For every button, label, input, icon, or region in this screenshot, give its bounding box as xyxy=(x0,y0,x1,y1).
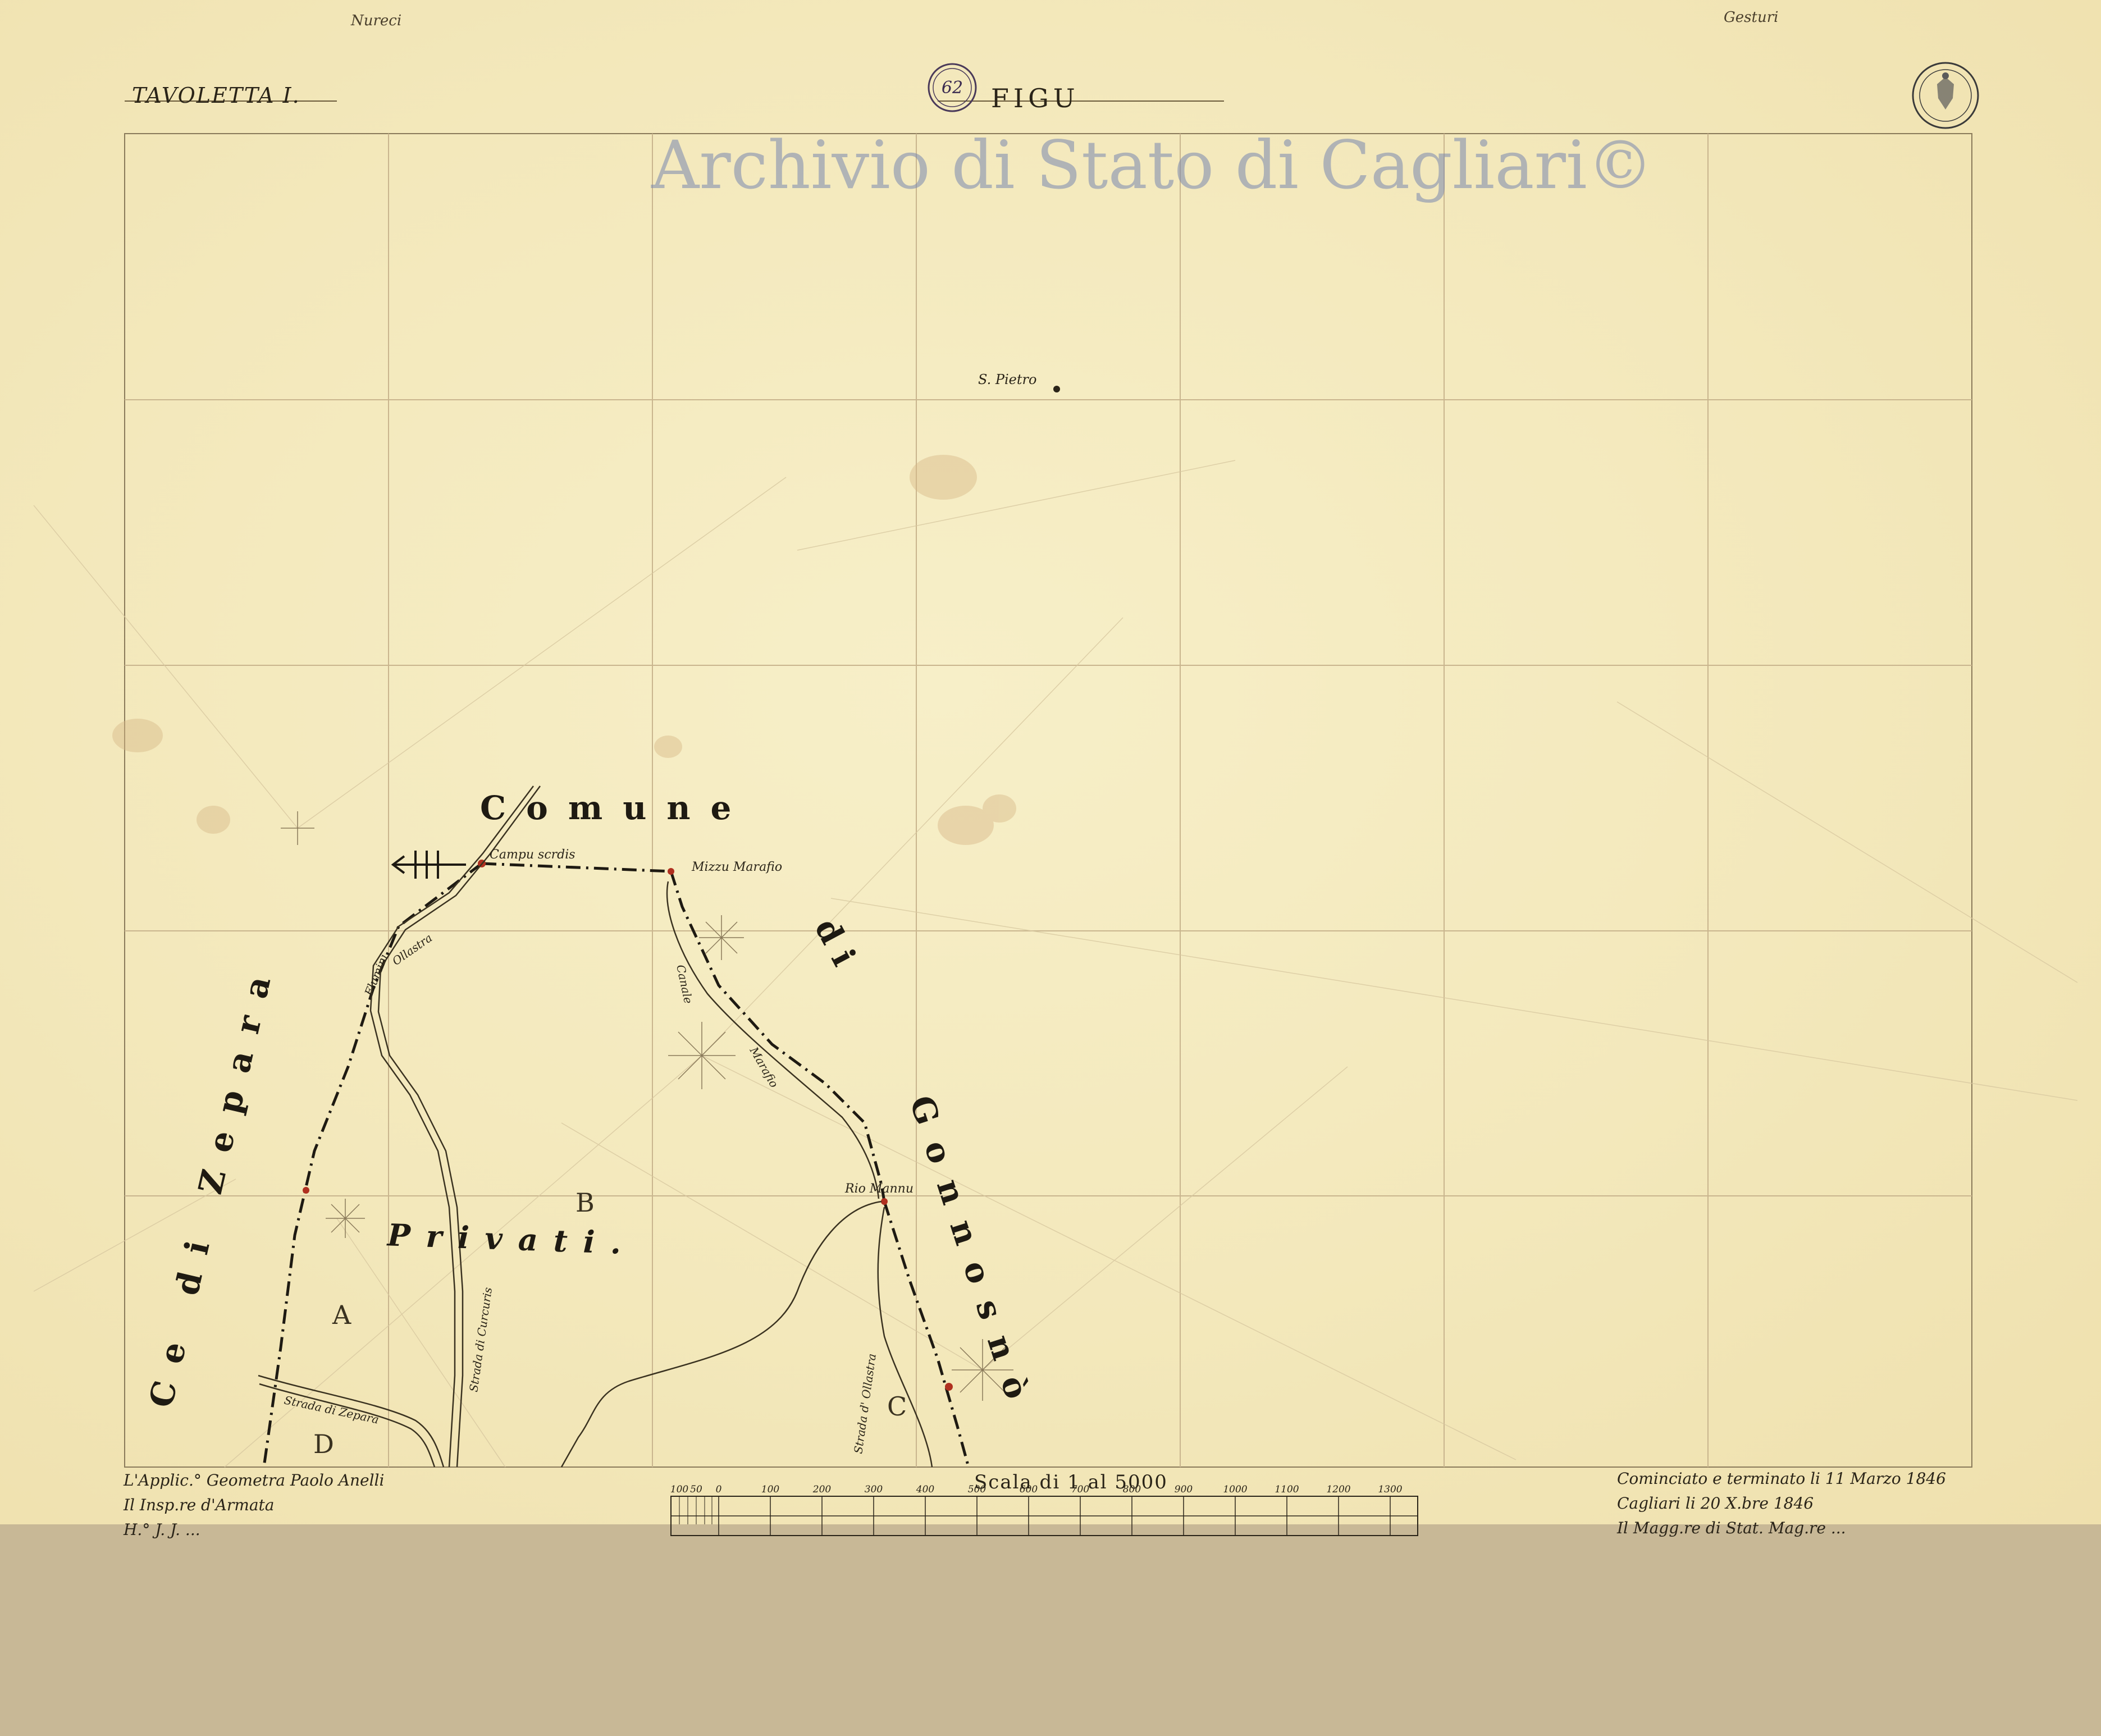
scale-tick-5: 300 xyxy=(865,1484,883,1495)
parcel-a: A xyxy=(332,1300,351,1330)
coat-of-arms-stamp xyxy=(1912,62,1979,129)
surveyor-note: L'Applic.° Geometra Paolo Anelli Il Insp… xyxy=(124,1468,384,1542)
label-ollastra: Ollastra xyxy=(390,931,435,968)
scale-tick-3: 100 xyxy=(761,1484,780,1495)
label-s-pietro: S. Pietro xyxy=(978,372,1037,387)
parcel-d: D xyxy=(313,1429,334,1459)
scale-tick-12: 1000 xyxy=(1223,1484,1247,1495)
sheet-title: FIGU xyxy=(991,83,1080,113)
parcel-c: C xyxy=(887,1391,907,1422)
date-note-line-2: Cagliari li 20 X.bre 1846 xyxy=(1617,1494,1814,1513)
label-strada-di-zepara: Strada di Zepara xyxy=(283,1393,380,1426)
scale-tick-0: 100 xyxy=(670,1484,689,1495)
map-frame xyxy=(124,133,1972,1468)
label-strada-d-ollastra: Strada d' Ollastra xyxy=(851,1353,879,1454)
tavoletta-label: TAVOLETTA I. xyxy=(132,83,300,108)
label-di: di xyxy=(807,912,869,983)
boundary-arrow xyxy=(391,851,466,879)
scale-tick-13: 1100 xyxy=(1275,1484,1299,1495)
scale-tick-1: 50 xyxy=(690,1484,702,1495)
roads-and-streams xyxy=(258,785,933,1468)
date-note-line-1: Cominciato e terminato li 11 Marzo 1846 xyxy=(1617,1469,1946,1488)
scale-tick-6: 400 xyxy=(916,1484,935,1495)
date-note: Cominciato e terminato li 11 Marzo 1846 … xyxy=(1617,1467,1946,1541)
label-mizzu-marafio: Mizzu Marafio xyxy=(692,860,783,874)
label-campu-scrdis: Campu scrdis xyxy=(490,848,576,862)
scale-tick-11: 900 xyxy=(1175,1484,1193,1495)
seal-number: 62 xyxy=(942,78,963,98)
scale-tick-4: 200 xyxy=(812,1484,832,1495)
parcel-b: B xyxy=(576,1187,595,1218)
scale-tick-14: 1200 xyxy=(1326,1484,1350,1495)
label-gonnosno: Gonnosnò xyxy=(902,1091,1042,1422)
label-marafio: Marafio xyxy=(747,1044,781,1090)
edge-note-top-left: Nureci xyxy=(351,12,402,29)
label-comune: Comune xyxy=(480,789,752,827)
paper-stains xyxy=(112,455,1016,845)
surveyor-note-line-2: Il Insp.re d'Armata xyxy=(124,1496,275,1514)
archive-watermark: Archivio di Stato di Cagliari© xyxy=(651,126,1654,204)
grid-lines xyxy=(125,134,1972,1467)
scale-tick-2: 0 xyxy=(716,1484,722,1495)
scale-title: Scala di 1 al 5000 xyxy=(974,1471,1168,1493)
surveyor-note-line-1: L'Applic.° Geometra Paolo Anelli xyxy=(124,1471,385,1490)
surveyor-note-line-3: H.° J. J. ... xyxy=(124,1520,200,1539)
label-flumini: Flumini xyxy=(362,952,391,998)
date-note-line-3: Il Magg.re di Stat. Mag.re ... xyxy=(1617,1519,1846,1537)
s-pietro-marker xyxy=(1053,386,1060,392)
archive-seal-stamp: 62 xyxy=(928,63,977,112)
edge-note-top-right: Gesturi xyxy=(1724,9,1779,26)
label-strada-di-curcuris: Strada di Curcuris xyxy=(467,1286,495,1392)
label-rio-mannu: Rio Mannu xyxy=(845,1182,914,1196)
label-ce-di-zepara: Ce di Zepara xyxy=(141,954,282,1411)
scale-tick-15: 1300 xyxy=(1378,1484,1402,1495)
